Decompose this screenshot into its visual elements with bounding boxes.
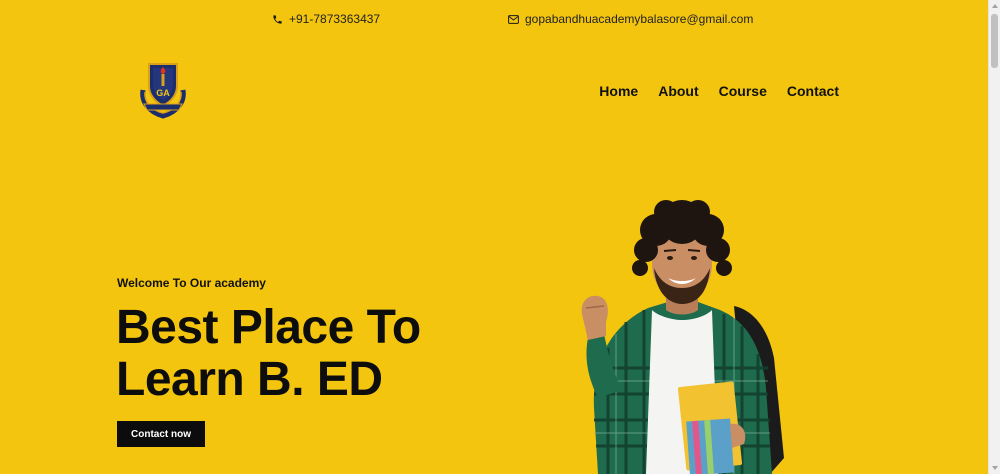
academy-logo[interactable]: GA [135, 60, 191, 120]
scroll-down-arrow-icon[interactable] [992, 466, 998, 470]
academy-crest: GA [140, 63, 186, 119]
scroll-thumb[interactable] [991, 14, 998, 68]
topbar-email[interactable]: gopabandhuacademybalasore@gmail.com [508, 11, 753, 27]
student-photo [581, 200, 784, 474]
nav-contact[interactable]: Contact [787, 82, 839, 100]
contact-now-button[interactable]: Contact now [117, 421, 205, 447]
hero-title-line-1: Best Place To [116, 301, 421, 354]
page-viewport: +91-7873363437 gopabandhuacademybalasore… [0, 0, 988, 474]
phone-number: +91-7873363437 [289, 12, 381, 26]
main-nav: Home About Course Contact [599, 82, 839, 100]
envelope-icon [508, 14, 519, 24]
phone-icon [273, 14, 282, 24]
email-address: gopabandhuacademybalasore@gmail.com [525, 12, 754, 26]
page-scrollbar[interactable] [988, 0, 1000, 474]
hero-eyebrow: Welcome To Our academy [117, 276, 266, 290]
nav-home[interactable]: Home [599, 82, 638, 100]
topbar-phone[interactable]: +91-7873363437 [272, 11, 380, 27]
logo-monogram: GA [156, 88, 170, 98]
scroll-up-arrow-icon[interactable] [992, 4, 998, 8]
hero-title-line-2: Learn B. ED [116, 353, 383, 406]
hero-title: Best Place To Learn B. ED [116, 302, 536, 406]
nav-about[interactable]: About [658, 82, 698, 100]
nav-course[interactable]: Course [719, 82, 767, 100]
